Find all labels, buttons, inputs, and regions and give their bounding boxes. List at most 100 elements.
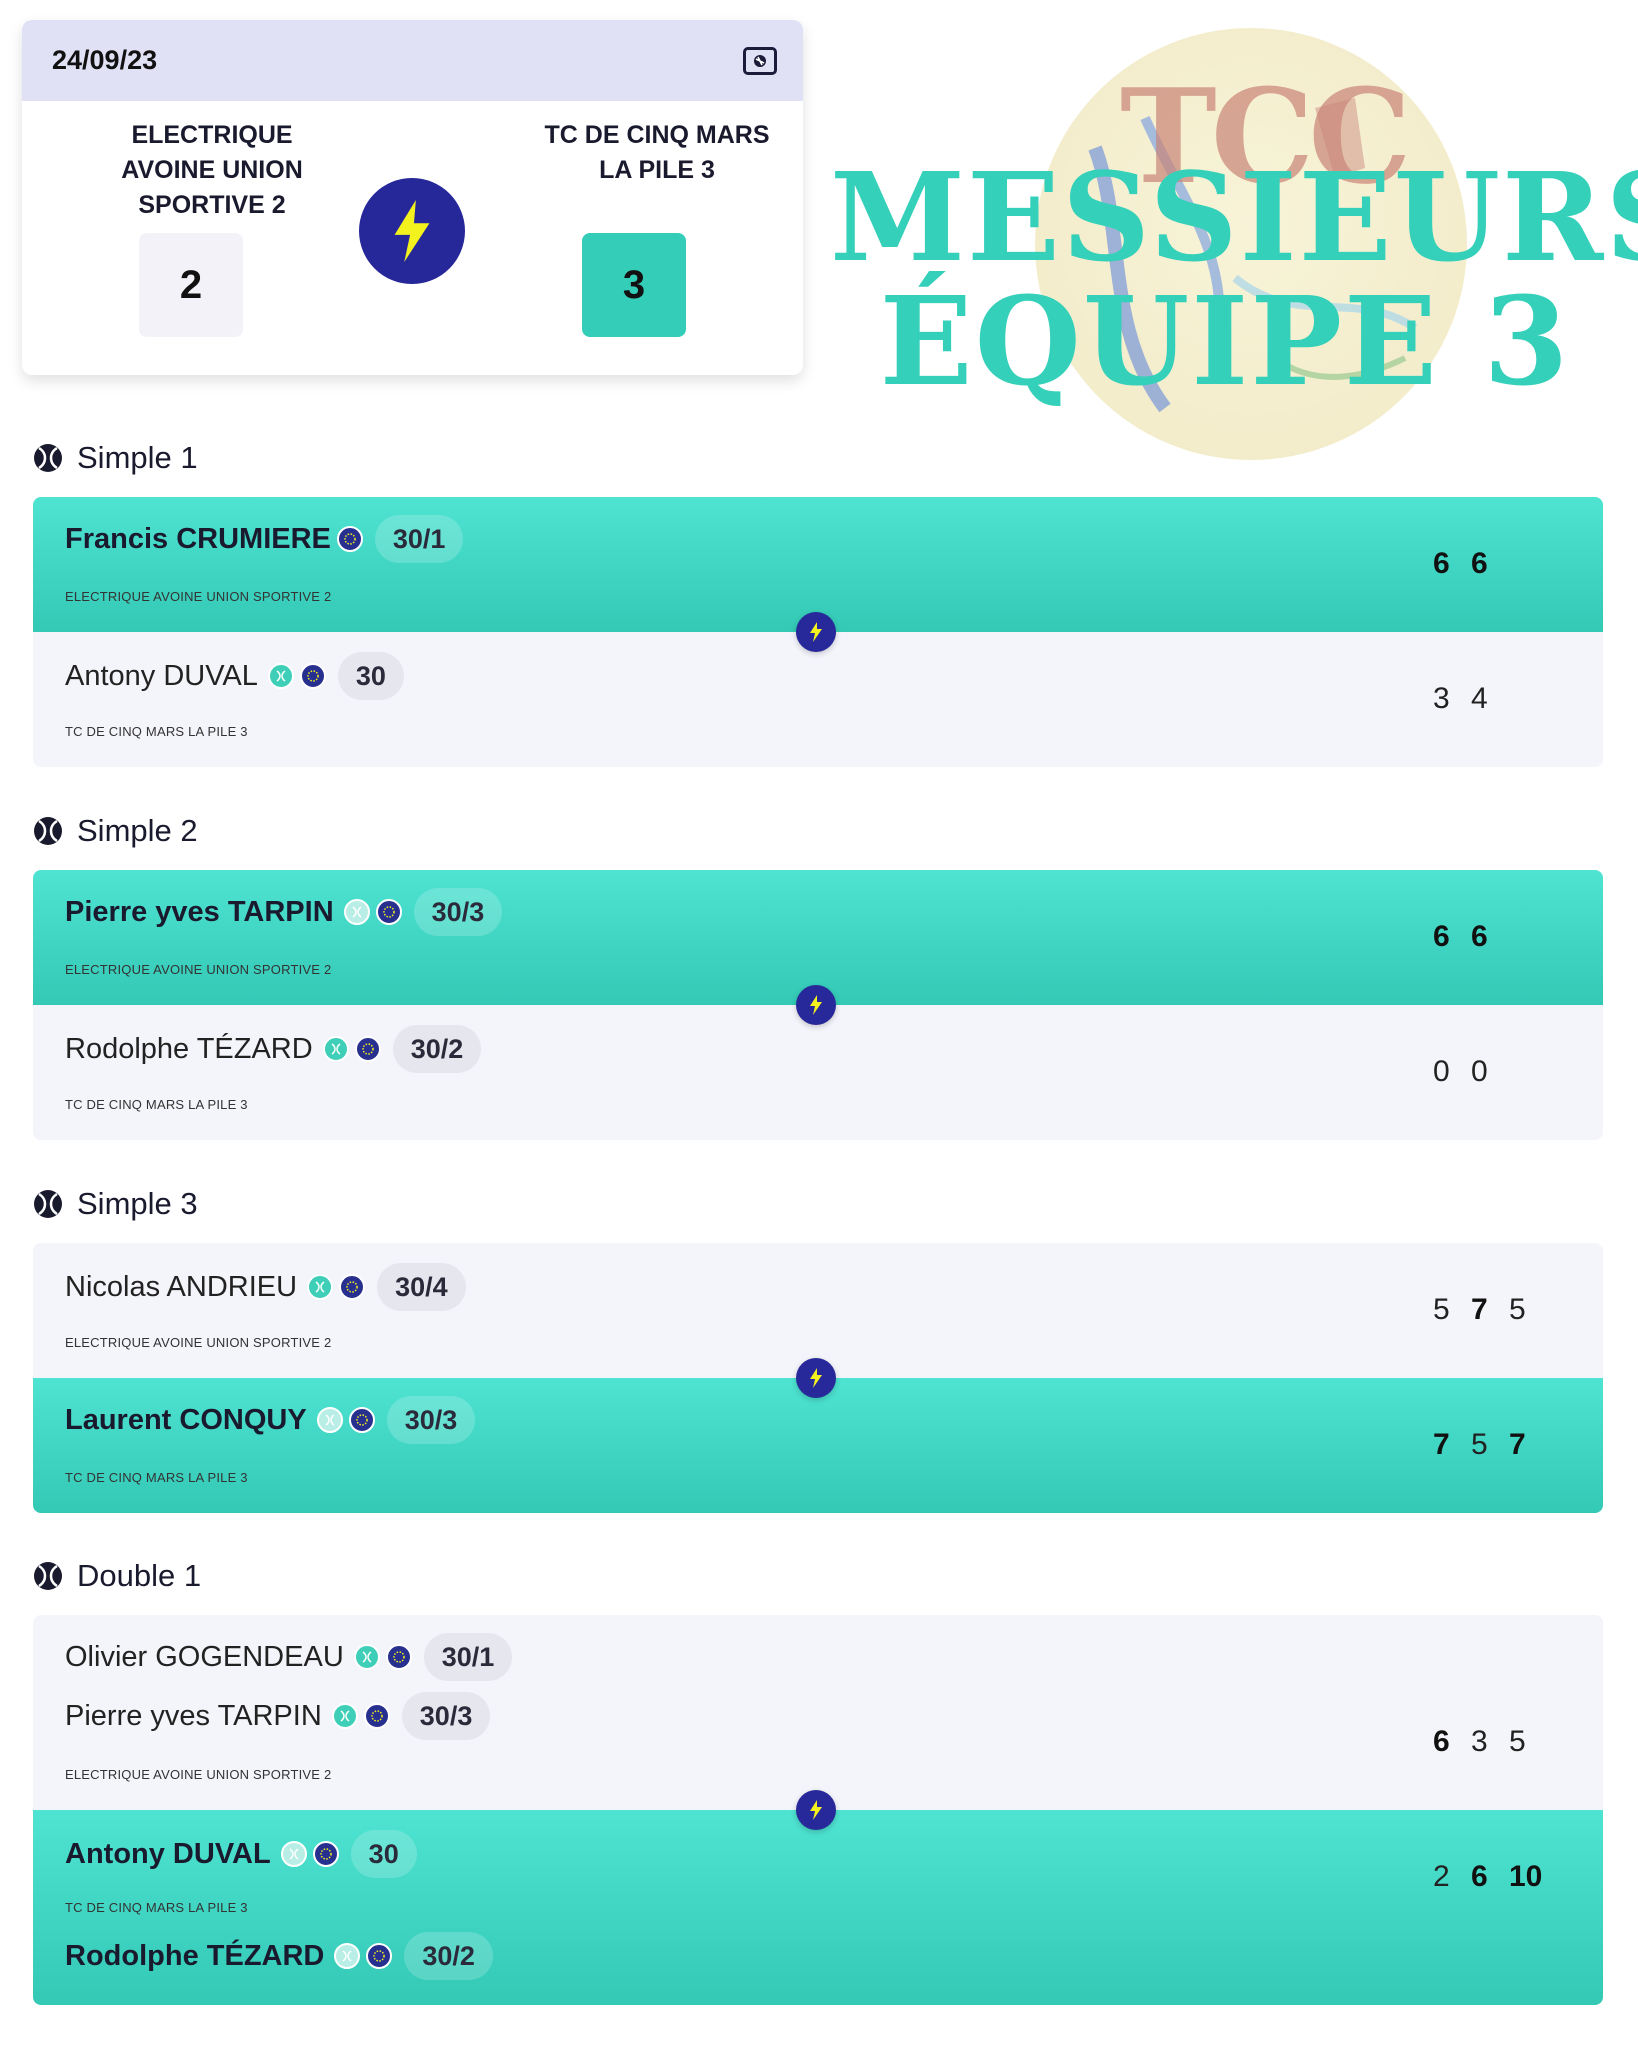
set-scores: 6 6 [1433, 920, 1509, 954]
set-scores: 6 3 5 [1433, 1725, 1547, 1759]
section-title-label: Simple 2 [77, 813, 198, 848]
federation-badge-icon [339, 1274, 366, 1300]
set-score: 0 [1471, 1055, 1488, 1088]
tennis-badge-icon [334, 1943, 361, 1969]
player-line: Pierre yves TARPIN 30/3 [65, 888, 503, 936]
player-rank: 30/1 [374, 515, 464, 563]
player-name[interactable]: Rodolphe TÉZARD [65, 1940, 324, 1973]
section-title-simple-1: Simple 1 [33, 440, 198, 476]
match-row-bottom: Antony DUVAL 30 TC DE CINQ MARS LA PILE … [33, 1810, 1603, 2005]
player-rank: 30/3 [386, 1396, 476, 1444]
federation-badge-icon [375, 899, 402, 925]
set-score: 6 [1471, 1860, 1488, 1893]
club-name: TC DE CINQ MARS LA PILE 3 [65, 1097, 248, 1112]
player-line: Francis CRUMIERE 30/1 [65, 515, 464, 563]
set-scores: 7 5 7 [1433, 1428, 1547, 1462]
set-scores: 5 7 5 [1433, 1293, 1547, 1327]
club-name: ELECTRIQUE AVOINE UNION SPORTIVE 2 [65, 589, 332, 604]
player-line: Nicolas ANDRIEU 30/4 [65, 1263, 466, 1311]
match-row-bottom: Antony DUVAL 30 TC DE CINQ MARS LA PILE … [33, 632, 1603, 767]
section-title-label: Simple 3 [77, 1186, 198, 1221]
federation-badge-icon [385, 1644, 412, 1670]
headline-line-2: ÉQUIPE 3 [879, 269, 1571, 413]
federation-badge-icon [336, 526, 363, 552]
set-score: 6 [1433, 920, 1450, 953]
lightning-icon [796, 1790, 836, 1830]
set-scores: 2 6 10 [1433, 1860, 1561, 1894]
player-name[interactable]: Pierre yves TARPIN [65, 896, 334, 929]
federation-badge-icon [348, 1407, 375, 1433]
set-score: 5 [1509, 1725, 1526, 1758]
player-rank: 30/2 [404, 1932, 493, 1980]
home-team-name: ELECTRIQUE AVOINE UNION SPORTIVE 2 [121, 121, 303, 219]
player-name[interactable]: Antony DUVAL [65, 660, 258, 693]
federation-badge-icon [366, 1943, 393, 1969]
section-title-simple-2: Simple 2 [33, 813, 198, 849]
match-date: 24/09/23 [52, 45, 158, 75]
tennis-badge-icon [331, 1703, 358, 1729]
club-name: ELECTRIQUE AVOINE UNION SPORTIVE 2 [65, 962, 332, 977]
federation-badge-icon [363, 1703, 390, 1729]
set-score: 5 [1433, 1293, 1450, 1326]
player-name[interactable]: Pierre yves TARPIN [65, 1700, 322, 1733]
player-line: Rodolphe TÉZARD 30/2 [65, 1932, 493, 1980]
player-line: Olivier GOGENDEAU 30/1 [65, 1633, 513, 1681]
tennis-badge-icon [353, 1644, 380, 1670]
match-row-top: Olivier GOGENDEAU 30/1 Pierre yves TARPI… [33, 1615, 1603, 1810]
tennis-badge-icon [343, 899, 370, 925]
set-score: 2 [1433, 1860, 1450, 1893]
section-title-simple-3: Simple 3 [33, 1186, 198, 1222]
share-icon[interactable] [743, 46, 777, 75]
tennis-badge-icon [267, 663, 294, 689]
lightning-icon [796, 985, 836, 1025]
section-title-label: Simple 1 [77, 440, 198, 475]
player-rank: 30/3 [413, 888, 503, 936]
tennis-badge-icon [322, 1036, 349, 1062]
player-rank: 30/4 [377, 1263, 466, 1311]
tennis-ball-icon [34, 1562, 62, 1590]
set-scores: 6 6 [1433, 547, 1509, 581]
tennis-ball-icon [34, 444, 62, 472]
set-score: 0 [1433, 1055, 1450, 1088]
player-line: Pierre yves TARPIN 30/3 [65, 1692, 491, 1740]
player-name[interactable]: Francis CRUMIERE [65, 523, 331, 556]
player-name[interactable]: Laurent CONQUY [65, 1404, 307, 1437]
player-rank: 30 [350, 1830, 417, 1878]
player-line: Rodolphe TÉZARD 30/2 [65, 1025, 482, 1073]
player-rank: 30 [337, 652, 404, 700]
set-score: 7 [1509, 1428, 1526, 1461]
tennis-badge-icon [307, 1274, 334, 1300]
match-summary-card: 24/09/23 ELECTRIQUE AVOINE UNION SPORTIV… [22, 20, 803, 375]
tennis-badge-icon [280, 1841, 307, 1867]
federation-badge-icon [299, 663, 326, 689]
club-name: TC DE CINQ MARS LA PILE 3 [65, 1900, 248, 1915]
set-score: 6 [1471, 547, 1488, 580]
player-name[interactable]: Nicolas ANDRIEU [65, 1271, 297, 1304]
tennis-badge-icon [316, 1407, 343, 1433]
player-line: Laurent CONQUY 30/3 [65, 1396, 476, 1444]
player-line: Antony DUVAL 30 [65, 1830, 417, 1878]
player-rank: 30/1 [423, 1633, 513, 1681]
player-rank: 30/2 [392, 1025, 482, 1073]
set-score: 5 [1509, 1293, 1526, 1326]
club-name: ELECTRIQUE AVOINE UNION SPORTIVE 2 [65, 1335, 332, 1350]
set-score: 7 [1471, 1293, 1488, 1326]
federation-badge-icon [354, 1036, 381, 1062]
section-title-label: Double 1 [77, 1558, 202, 1593]
match-row-bottom: Laurent CONQUY 30/3 TC DE CINQ MARS LA P… [33, 1378, 1603, 1513]
player-name[interactable]: Olivier GOGENDEAU [65, 1641, 344, 1674]
player-name[interactable]: Antony DUVAL [65, 1838, 271, 1871]
player-rank: 30/3 [401, 1692, 491, 1740]
set-score: 6 [1471, 920, 1488, 953]
set-score: 7 [1433, 1428, 1450, 1461]
player-name[interactable]: Rodolphe TÉZARD [65, 1033, 313, 1066]
club-name: ELECTRIQUE AVOINE UNION SPORTIVE 2 [65, 1767, 332, 1782]
headline-line-1: MESSIEURS [830, 145, 1638, 289]
summary-header: 24/09/23 [22, 20, 803, 101]
lightning-icon [796, 1358, 836, 1398]
set-score: 10 [1509, 1860, 1543, 1893]
away-team-name: TC DE CINQ MARS LA PILE 3 [544, 121, 770, 184]
set-score: 3 [1433, 682, 1450, 715]
lightning-icon [359, 178, 465, 284]
set-score: 6 [1433, 1725, 1450, 1758]
